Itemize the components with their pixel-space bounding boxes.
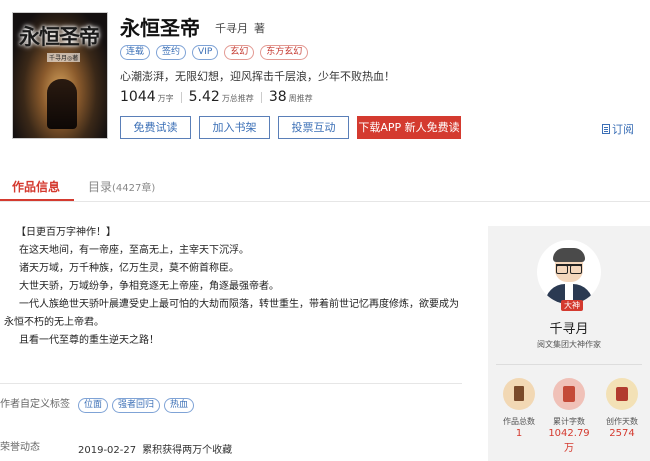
stat-value: 38	[268, 89, 287, 105]
stat-unit: 周推荐	[288, 94, 313, 103]
book-icon	[503, 378, 535, 410]
custom-tag[interactable]: 热血	[164, 398, 195, 413]
stat-divider	[180, 91, 182, 103]
add-to-shelf-button[interactable]: 加入书架	[199, 116, 270, 139]
tag-subgenre[interactable]: 东方玄幻	[260, 45, 309, 60]
stat-word-count: 1044 万字	[120, 89, 174, 105]
vote-button[interactable]: 投票互动	[278, 116, 349, 139]
tab-catalog-label: 目录	[88, 180, 113, 194]
stat-total-recommend: 5.42 万总推荐	[189, 89, 254, 105]
desc-paragraph: 一代人族绝世天骄叶晨遭受史上最可怕的大劫而陨落，转世重生，带着前世记忆再度修炼，…	[4, 299, 459, 328]
honor-label: 荣誉动态	[0, 442, 40, 453]
tag-serial: 连载	[120, 45, 151, 60]
book-tags: 连载 签约 VIP 玄幻 东方玄幻	[120, 45, 309, 60]
calendar-icon	[606, 378, 638, 410]
cover-figure	[47, 79, 77, 129]
author-stat-days: 创作天数 2574	[599, 378, 645, 439]
download-app-button[interactable]: 下载APP 新人免费读	[357, 116, 461, 139]
desc-paragraph: 且看一代至尊的重生逆天之路！	[19, 335, 159, 346]
stat-unit: 万总推荐	[221, 94, 254, 103]
tag-genre[interactable]: 玄幻	[224, 45, 255, 60]
section-divider	[0, 383, 462, 384]
book-stats: 1044 万字 5.42 万总推荐 38 周推荐	[120, 89, 313, 105]
honor-entry: 2019-02-27 累积获得两万个收藏	[78, 441, 232, 456]
stat-unit: 万字	[157, 94, 174, 103]
book-title: 永恒圣帝	[120, 16, 200, 40]
book-description: 【日更百万字神作！】 在这天地间，有一帝座，至高无上，主宰天下沉浮。 诸天万域，…	[4, 224, 462, 350]
honor-text: 累积获得两万个收藏	[142, 445, 233, 456]
author-stat-words: 累计字数 1042.79万	[546, 378, 592, 454]
author-card-divider	[496, 364, 642, 365]
author-suffix: 著	[254, 22, 265, 35]
custom-tag[interactable]: 强者回归	[112, 398, 161, 413]
active-tab-indicator	[0, 199, 74, 201]
content-tabs: 作品信息 目录(4427章)	[0, 174, 650, 202]
author-link[interactable]: 千寻月	[215, 22, 248, 35]
avatar-hair	[553, 248, 585, 262]
cover-author: 千寻月◎著	[47, 53, 81, 62]
desc-paragraph: 诸天万域，万千种族，亿万生灵，莫不俯首称臣。	[19, 263, 239, 274]
author-rank-badge: 大神	[561, 300, 583, 311]
custom-tags-label: 作者自定义标签	[0, 399, 70, 410]
free-read-button[interactable]: 免费试读	[120, 116, 191, 139]
calculator-icon	[553, 378, 585, 410]
book-cover[interactable]: 永恒圣帝 千寻月◎著	[12, 12, 108, 139]
desc-paragraph: 【日更百万字神作！】	[16, 227, 116, 238]
honor-date: 2019-02-27	[78, 445, 137, 456]
author-stat-value: 1042.79万	[548, 428, 590, 454]
tab-catalog[interactable]: 目录(4427章)	[88, 178, 155, 195]
book-intro: 心潮澎湃，无限幻想，迎风挥击千层浪，少年不败热血！	[120, 70, 395, 83]
desc-paragraph: 在这天地间，有一帝座，至高无上，主宰天下沉浮。	[19, 245, 249, 256]
author-stat-value: 2574	[609, 428, 635, 439]
tab-book-info[interactable]: 作品信息	[12, 178, 60, 195]
tag-signed: 签约	[156, 45, 187, 60]
avatar-glasses	[556, 264, 582, 274]
desc-paragraph: 大世天骄，万域纷争，争相竞逐无上帝座，角逐最强帝者。	[19, 281, 279, 292]
custom-tags: 位面 强者回归 热血	[78, 398, 195, 413]
author-stat-label: 创作天数	[606, 417, 638, 426]
author-line: 千寻月著	[215, 20, 265, 36]
author-stat-label: 作品总数	[503, 417, 535, 426]
cover-title: 永恒圣帝	[19, 24, 100, 49]
author-stat-label: 累计字数	[553, 417, 585, 426]
author-title: 阅文集团大神作家	[537, 340, 601, 349]
author-card: 大神 千寻月 阅文集团大神作家 作品总数 1 累计字数 1042.79万 创作天…	[488, 226, 650, 461]
author-name[interactable]: 千寻月	[488, 318, 650, 337]
subscribe-link[interactable]: 订阅	[602, 121, 634, 137]
author-stat-works: 作品总数 1	[496, 378, 542, 439]
stat-value: 5.42	[188, 89, 220, 105]
stat-divider	[260, 91, 262, 103]
author-stat-value: 1	[515, 428, 523, 439]
stat-weekly-recommend: 38 周推荐	[269, 89, 313, 105]
author-avatar[interactable]	[537, 240, 601, 304]
subscribe-label: 订阅	[612, 123, 634, 136]
stat-value: 1044	[120, 89, 156, 105]
tab-catalog-count: (4427章)	[112, 183, 156, 194]
document-icon	[602, 124, 610, 134]
custom-tag[interactable]: 位面	[78, 398, 109, 413]
tag-vip: VIP	[192, 45, 219, 60]
